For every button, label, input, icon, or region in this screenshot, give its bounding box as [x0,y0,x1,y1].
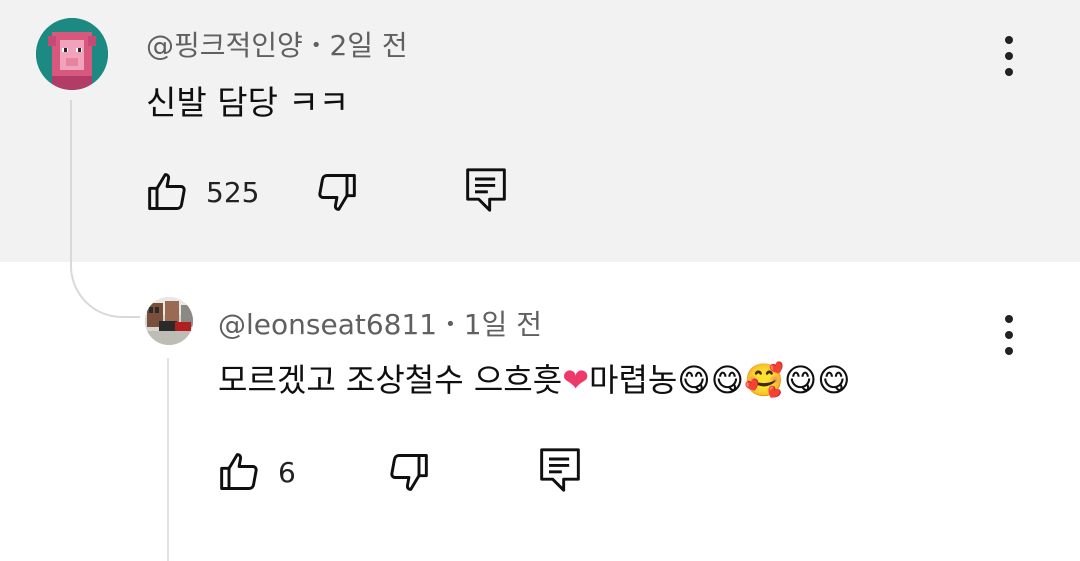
like-button[interactable]: 6 [218,450,296,494]
emoji-5: 😋 [817,361,851,399]
reply-thread-line [167,358,169,561]
reply-button[interactable] [464,166,508,214]
heart-emoji: ❤ [562,361,589,399]
more-vertical-icon[interactable] [997,36,1021,76]
emoji-3: 🥰 [744,361,784,399]
comment-meta: @핑크적인양 • 2일 전 [146,24,408,64]
avatar[interactable] [36,18,108,90]
like-count: 525 [206,175,260,209]
author-name[interactable]: @핑크적인양 [146,29,303,62]
meta-separator: • [310,35,322,56]
like-count: 6 [278,455,296,489]
more-vertical-icon[interactable] [997,315,1021,355]
thumbs-up-icon [148,173,186,210]
comment-meta: @leonseat6811 • 1일 전 [218,303,542,343]
thread-connector-line [70,100,140,318]
like-button[interactable]: 525 [146,170,259,214]
comment-time: 2일 전 [329,29,408,62]
author-name[interactable]: @leonseat6811 [218,308,437,341]
reply-comment-icon [540,448,580,492]
meta-separator: • [445,314,456,335]
reply-comment-icon [466,168,506,212]
emoji-4: 😋 [783,361,818,399]
comment-text-tail: 마렵농 [589,361,678,399]
thumbs-down-icon [318,174,356,211]
pink-sheep-avatar-icon [36,18,108,90]
comment-time: 1일 전 [463,308,542,341]
dislike-button[interactable] [314,170,358,214]
thumbs-down-icon [390,454,428,491]
emoji-2: 😋 [710,361,745,399]
thumbs-up-icon [220,453,258,490]
avatar[interactable] [145,297,193,345]
dislike-button[interactable] [386,450,430,494]
reply-button[interactable] [538,446,582,494]
emoji-1: 😋 [677,361,711,399]
comment-text-main: 모르겠고 조상철수 으흐흣 [218,361,563,399]
comment-text: 신발 담당 ㅋㅋ [146,83,350,122]
comment-text: 모르겠고 조상철수 으흐흣❤마렵농😋😋🥰😋😋 [218,355,851,401]
street-photo-avatar-icon [145,297,193,345]
